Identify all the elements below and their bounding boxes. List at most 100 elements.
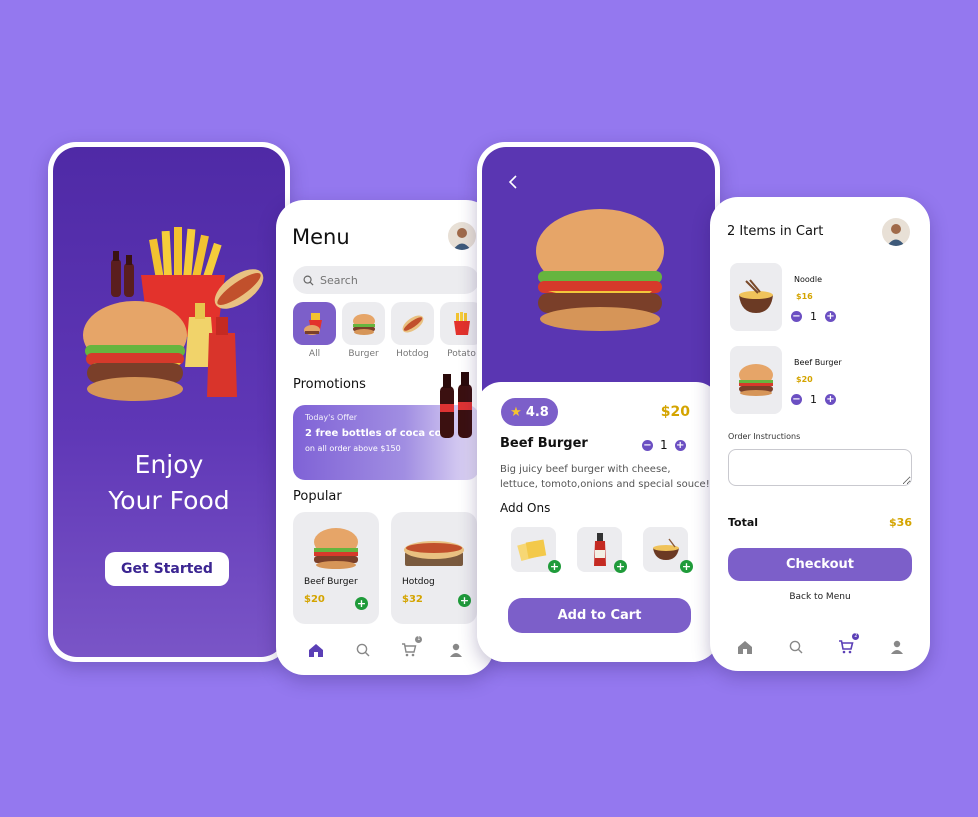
cart-item-image	[730, 346, 782, 414]
back-arrow-icon[interactable]	[506, 174, 520, 190]
search-icon	[356, 643, 370, 657]
menu-screen: Menu All Burger Hotdog	[276, 200, 494, 675]
popular-item-card[interactable]: Hotdog $32 +	[391, 512, 477, 624]
get-started-button[interactable]: Get Started	[105, 552, 229, 586]
burger-icon	[536, 209, 664, 331]
rating-badge: ★ 4.8	[501, 398, 558, 426]
category-label: Hotdog	[396, 349, 429, 359]
noodle-bowl-icon	[739, 279, 773, 313]
splash-title-line1: Enjoy	[134, 450, 204, 479]
food-illustration	[83, 227, 264, 401]
search-bar[interactable]	[293, 266, 479, 294]
category-all[interactable]: All	[293, 302, 336, 359]
increase-quantity-button[interactable]: +	[825, 311, 836, 322]
nav-search[interactable]	[786, 637, 806, 657]
increase-quantity-button[interactable]: +	[674, 439, 686, 451]
popular-item-card[interactable]: Beef Burger $20 +	[293, 512, 379, 624]
addon-noodle[interactable]: +	[643, 527, 693, 573]
quantity-value: 1	[810, 310, 817, 323]
promotions-title: Promotions	[293, 377, 366, 392]
star-icon: ★	[510, 404, 522, 420]
decrease-quantity-button[interactable]: −	[791, 394, 802, 405]
add-to-cart-button[interactable]: Add to Cart	[508, 598, 691, 633]
back-to-menu-link[interactable]: Back to Menu	[710, 592, 930, 602]
product-info-panel: ★ 4.8 $20 Beef Burger − 1 + Big juicy be…	[477, 382, 720, 662]
category-hotdog[interactable]: Hotdog	[391, 302, 434, 359]
cola-bottle-icon	[440, 372, 472, 438]
item-name: Hotdog	[402, 577, 435, 587]
sauce-bottles-icon	[185, 303, 237, 397]
user-icon	[449, 643, 462, 657]
addon-cheese[interactable]: +	[511, 527, 561, 573]
nav-home[interactable]	[735, 637, 755, 657]
category-label: Burger	[348, 349, 379, 359]
fries-icon	[453, 311, 470, 335]
add-item-button[interactable]: +	[355, 597, 368, 610]
checkout-button[interactable]: Checkout	[728, 548, 912, 581]
search-icon	[303, 275, 314, 286]
add-item-button[interactable]: +	[458, 594, 471, 607]
nav-profile[interactable]	[887, 637, 907, 657]
bottom-nav: 1	[306, 636, 466, 660]
search-icon	[789, 640, 803, 654]
cart-item-name: Beef Burger	[794, 358, 842, 367]
nav-search[interactable]	[353, 640, 373, 660]
splash-screen: Enjoy Your Food Get Started	[48, 142, 290, 662]
hotdog-icon	[404, 541, 464, 566]
category-tile	[391, 302, 434, 345]
product-description: Big juicy beef burger with cheese, lettu…	[500, 464, 710, 490]
cart-item: Beef Burger $20 − 1 +	[730, 346, 910, 416]
category-label: All	[308, 349, 321, 359]
quantity-stepper: − 1 +	[791, 393, 836, 406]
cart-item-price: $16	[796, 292, 813, 301]
product-price: $20	[660, 404, 690, 420]
cart-item-price: $20	[796, 375, 813, 384]
category-burger[interactable]: Burger	[342, 302, 385, 359]
order-instructions-field[interactable]	[728, 449, 912, 486]
home-icon	[738, 640, 752, 654]
nav-cart[interactable]: 2	[836, 633, 860, 657]
bottom-nav: 2	[735, 633, 907, 657]
item-name: Beef Burger	[304, 577, 358, 587]
nav-profile[interactable]	[446, 640, 466, 660]
nav-home[interactable]	[306, 640, 326, 660]
decrease-quantity-button[interactable]: −	[642, 439, 653, 451]
product-detail-screen: ★ 4.8 $20 Beef Burger − 1 + Big juicy be…	[477, 142, 720, 662]
cart-item-name: Noodle	[794, 275, 822, 284]
product-name: Beef Burger	[500, 436, 588, 451]
avatar[interactable]	[448, 222, 476, 250]
page-title: 2 Items in Cart	[727, 224, 824, 239]
splash-title-line2: Your Food	[108, 486, 230, 515]
item-price: $32	[402, 594, 423, 605]
popular-title: Popular	[293, 489, 342, 504]
burger-icon	[739, 364, 773, 396]
cart-badge: 1	[415, 636, 423, 643]
total-value: $36	[889, 516, 912, 529]
addon-ketchup[interactable]: +	[577, 527, 627, 573]
rating-value: 4.8	[525, 404, 549, 420]
add-addon-button[interactable]: +	[614, 560, 627, 573]
add-addon-button[interactable]: +	[680, 560, 693, 573]
popular-list: Beef Burger $20 + Hotdog $32 +	[293, 512, 477, 624]
search-input[interactable]	[320, 273, 460, 287]
user-icon	[890, 640, 903, 654]
splash-background: Enjoy Your Food Get Started	[53, 147, 285, 657]
hotdog-icon	[402, 315, 423, 332]
cart-screen: 2 Items in Cart Noodle $16 − 1 + Beef Bu…	[710, 197, 930, 671]
increase-quantity-button[interactable]: +	[825, 394, 836, 405]
burger-icon	[314, 528, 358, 569]
promo-subtext: on all order above $150	[305, 444, 401, 453]
noodle-bowl-icon	[652, 538, 679, 560]
user-photo-icon	[887, 224, 905, 246]
user-photo-icon	[453, 228, 471, 250]
ketchup-bottle-icon	[593, 532, 606, 566]
addons-list: + + +	[511, 527, 693, 573]
add-addon-button[interactable]: +	[548, 560, 561, 573]
avatar[interactable]	[882, 218, 910, 246]
quantity-value: 1	[660, 438, 668, 452]
splash-title: Enjoy Your Food	[53, 447, 285, 519]
decrease-quantity-button[interactable]: −	[791, 311, 802, 322]
nav-cart[interactable]: 1	[399, 636, 423, 660]
category-tile	[293, 302, 336, 345]
cart-item: Noodle $16 − 1 +	[730, 263, 910, 333]
